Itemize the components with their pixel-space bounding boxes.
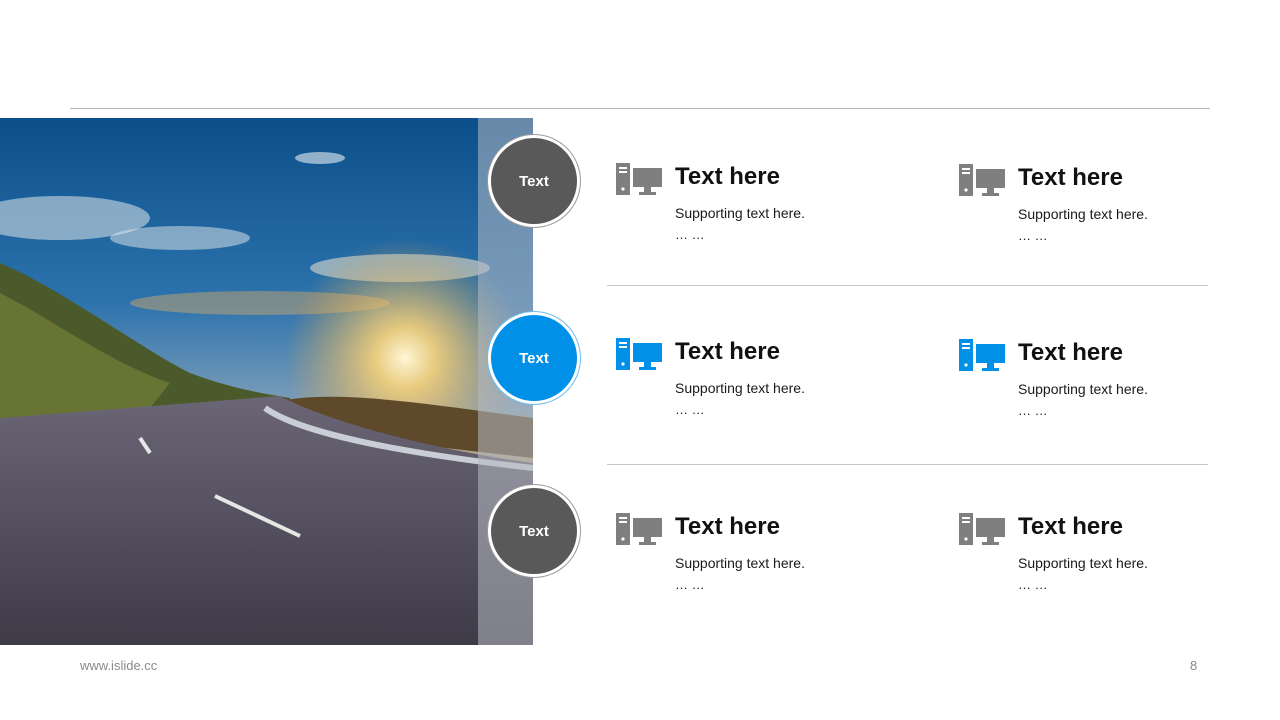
item-ellipsis: … … <box>675 402 705 417</box>
item-text: Supporting text here. <box>675 380 805 396</box>
item-text: Supporting text here. <box>1018 381 1148 397</box>
feature-item: Text here Supporting text here. … … <box>959 513 1209 603</box>
item-text: Supporting text here. <box>1018 206 1148 222</box>
item-ellipsis: … … <box>1018 403 1048 418</box>
step-circle-label: Text <box>519 349 549 367</box>
computer-icon <box>959 339 1005 371</box>
item-title: Text here <box>1018 513 1123 540</box>
item-ellipsis: … … <box>675 577 705 592</box>
row-divider <box>607 464 1208 465</box>
computer-icon <box>959 513 1005 545</box>
row-divider <box>607 285 1208 286</box>
computer-icon <box>959 164 1005 196</box>
step-circle-1[interactable]: Text <box>488 135 580 227</box>
item-text: Supporting text here. <box>675 555 805 571</box>
top-divider <box>70 108 1210 109</box>
item-text: Supporting text here. <box>1018 555 1148 571</box>
computer-icon <box>616 163 662 195</box>
page-number: 8 <box>1190 658 1198 673</box>
computer-icon <box>616 513 662 545</box>
step-circle-2[interactable]: Text <box>488 312 580 404</box>
step-circle-3[interactable]: Text <box>488 485 580 577</box>
item-title: Text here <box>675 338 780 365</box>
step-circle-label: Text <box>519 522 549 540</box>
feature-item: Text here Supporting text here. … … <box>959 339 1209 429</box>
item-title: Text here <box>1018 339 1123 366</box>
item-title: Text here <box>675 513 780 540</box>
feature-item: Text here Supporting text here. … … <box>616 338 866 428</box>
feature-item: Text here Supporting text here. … … <box>616 513 866 603</box>
footer-url[interactable]: www.islide.cc <box>80 658 157 673</box>
road-sunset-photo <box>0 118 533 645</box>
feature-item: Text here Supporting text here. … … <box>616 163 866 253</box>
step-circle-label: Text <box>519 172 549 190</box>
item-ellipsis: … … <box>1018 577 1048 592</box>
item-ellipsis: … … <box>1018 228 1048 243</box>
item-ellipsis: … … <box>675 227 705 242</box>
feature-item: Text here Supporting text here. … … <box>959 164 1209 254</box>
computer-icon <box>616 338 662 370</box>
item-title: Text here <box>1018 164 1123 191</box>
item-text: Supporting text here. <box>675 205 805 221</box>
item-title: Text here <box>675 163 780 190</box>
